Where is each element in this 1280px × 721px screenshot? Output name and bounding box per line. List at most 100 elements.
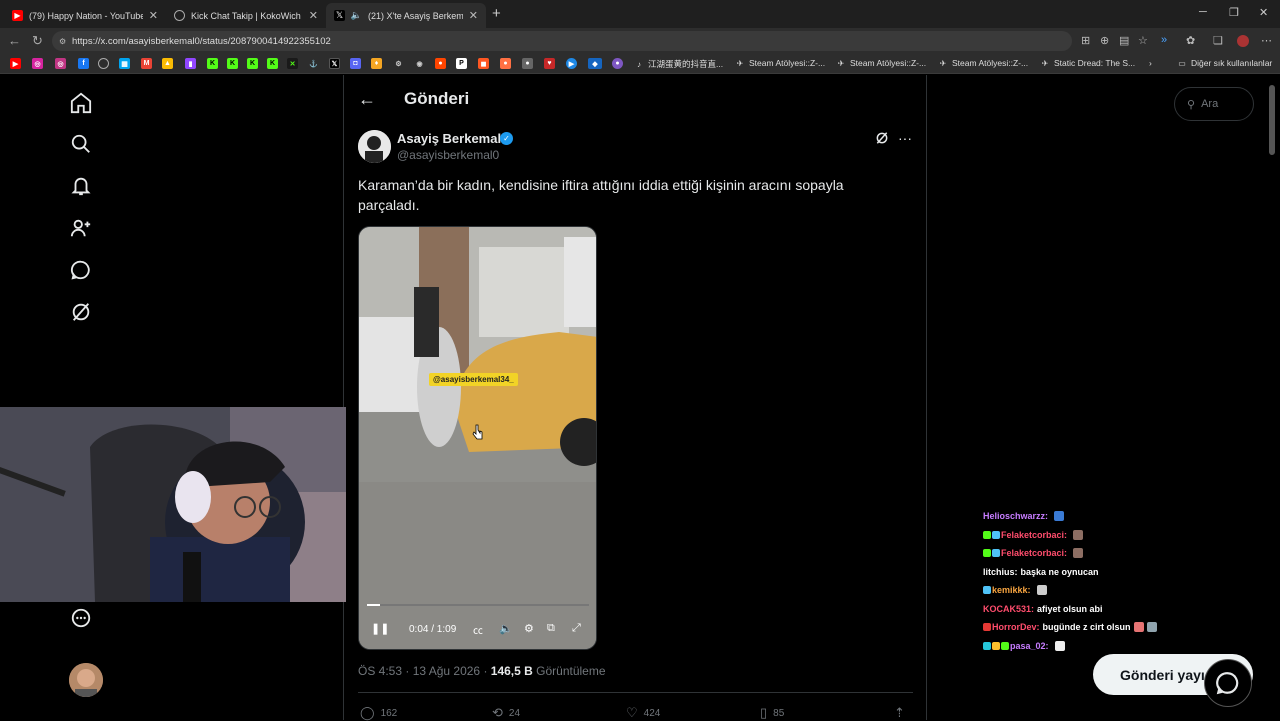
bookmark-steam-1[interactable]: ✈ Steam Atölyesi::Z-... xyxy=(735,58,825,68)
chat-bubble-icon[interactable] xyxy=(70,259,92,281)
page-icon[interactable]: P xyxy=(456,58,467,69)
message-bubble-icon xyxy=(1216,672,1239,695)
drive-icon[interactable]: ▲ xyxy=(162,58,173,69)
minimize-icon[interactable]: ─ xyxy=(1199,6,1207,18)
browser-tab-youtube[interactable]: ▶ (79) Happy Nation - YouTube ✕ xyxy=(4,3,166,28)
extensions-puzzle-icon[interactable]: ✿ xyxy=(1186,34,1195,47)
kick-icon[interactable]: K xyxy=(227,58,238,69)
volume-icon[interactable]: 🔈 xyxy=(499,622,513,635)
menu-dots-icon[interactable]: ⋯ xyxy=(1261,34,1272,47)
like-button[interactable]: ♡ 424 xyxy=(626,705,660,721)
grok-icon[interactable] xyxy=(875,131,889,145)
zoom-icon[interactable]: ⊕ xyxy=(1100,34,1109,47)
fullscreen-icon[interactable]: ⤢ xyxy=(572,622,581,635)
steam-icon: ✈ xyxy=(1041,58,1049,68)
more-options-icon[interactable] xyxy=(70,607,92,629)
captions-icon[interactable]: ㏄ xyxy=(473,622,483,637)
account-avatar[interactable] xyxy=(69,663,103,697)
browser-tab-x-post[interactable]: 𝕏 🔈 (21) X'te Asayiş Berkemal: "Ka ✕ xyxy=(326,3,486,28)
pause-icon[interactable]: ❚❚ xyxy=(371,622,389,635)
other-bookmarks[interactable]: ▭ Diğer sık kullanılanlar xyxy=(1177,58,1272,68)
chat-username[interactable]: Helioschwarzz: xyxy=(983,511,1048,521)
discord-icon[interactable]: ◘ xyxy=(350,58,361,69)
collections-icon[interactable]: ❏ xyxy=(1213,34,1223,47)
follow-add-user-icon[interactable] xyxy=(70,217,92,239)
kick-icon[interactable]: K xyxy=(267,58,278,69)
kick-icon[interactable]: K xyxy=(247,58,258,69)
bookmark-static-dread[interactable]: ✈ Static Dread: The S... xyxy=(1040,58,1135,68)
url-field[interactable]: ⚙ https://x.com/asayisberkemal0/status/2… xyxy=(52,31,1072,51)
author-avatar[interactable] xyxy=(358,130,391,163)
chat-username[interactable]: Felaketcorbaci: xyxy=(1001,530,1067,540)
favorite-star-icon[interactable]: ☆ xyxy=(1138,34,1148,47)
close-tab-icon[interactable]: ✕ xyxy=(469,9,478,22)
close-tab-icon[interactable]: ✕ xyxy=(309,9,318,22)
kick-icon[interactable]: K xyxy=(207,58,218,69)
scrollbar[interactable] xyxy=(1269,85,1275,155)
new-tab-button[interactable]: + xyxy=(492,5,501,22)
chat-username[interactable]: KOCAK531: xyxy=(983,604,1034,614)
app-icon[interactable]: ◆ xyxy=(588,58,602,69)
share-button[interactable]: ⇡ xyxy=(894,705,911,721)
grok-icon[interactable] xyxy=(70,301,92,323)
author-name[interactable]: Asayiş Berkemal xyxy=(397,131,501,146)
explore-search-icon[interactable] xyxy=(70,133,92,155)
facebook-icon[interactable]: f xyxy=(78,58,89,69)
windows-icon[interactable]: ▦ xyxy=(119,58,130,69)
twitch-icon[interactable]: ▮ xyxy=(185,58,196,69)
video-progress-bar[interactable] xyxy=(367,604,589,606)
app-icon[interactable]: ◼ xyxy=(478,58,489,69)
bookmark-button[interactable]: ▯ 85 xyxy=(760,705,784,721)
globe-icon[interactable] xyxy=(98,58,109,69)
close-tab-icon[interactable]: ✕ xyxy=(149,9,158,22)
apps-icon[interactable]: ⊞ xyxy=(1081,34,1090,47)
extension-icon[interactable]: » xyxy=(1161,34,1167,46)
author-handle[interactable]: @asayisberkemal0 xyxy=(397,148,499,162)
site-info-icon[interactable]: ⚙ xyxy=(59,37,66,46)
chat-username[interactable]: pasa_02: xyxy=(1010,641,1049,651)
back-icon[interactable]: ← xyxy=(8,33,21,48)
gmail-icon[interactable]: M xyxy=(141,58,152,69)
play-icon[interactable]: ▶ xyxy=(566,58,577,69)
picture-in-picture-icon[interactable]: ⧉ xyxy=(547,622,555,635)
restore-icon[interactable]: ❐ xyxy=(1229,6,1239,19)
instagram-icon[interactable]: ◎ xyxy=(32,58,43,69)
tweet-date[interactable]: 13 Ağu 2026 xyxy=(413,664,480,678)
reply-button[interactable]: ◯ 162 xyxy=(360,705,397,721)
browser-tab-kick-chat[interactable]: Kick Chat Takip | KokoWich ✕ xyxy=(166,3,326,28)
back-arrow-icon[interactable]: ← xyxy=(358,89,376,110)
home-icon[interactable] xyxy=(70,92,92,114)
messages-button[interactable] xyxy=(1204,659,1252,707)
chat-username[interactable]: Felaketcorbaci: xyxy=(1001,548,1067,558)
kick-icon[interactable]: ✕ xyxy=(287,58,298,69)
youtube-icon[interactable]: ▶ xyxy=(10,58,21,69)
notifications-bell-icon[interactable] xyxy=(70,175,92,197)
game-icon[interactable]: ♦ xyxy=(371,58,382,69)
x-logo-icon[interactable]: 𝕏 xyxy=(329,58,340,69)
chat-username[interactable]: kemikkk: xyxy=(992,585,1031,595)
anchor-icon[interactable]: ⚓ xyxy=(308,58,319,69)
reddit-icon[interactable]: ● xyxy=(435,58,446,69)
app-icon[interactable]: ⚙ xyxy=(393,58,404,69)
reload-icon[interactable]: ↻ xyxy=(32,33,43,49)
repost-button[interactable]: ⟲ 24 xyxy=(492,705,520,721)
bookmark-steam-3[interactable]: ✈ Steam Atölyesi::Z-... xyxy=(938,58,1028,68)
settings-gear-icon[interactable]: ⚙ xyxy=(524,622,534,635)
bookmark-steam-2[interactable]: ✈ Steam Atölyesi::Z-... xyxy=(836,58,926,68)
chat-username[interactable]: litchius: xyxy=(983,567,1018,577)
close-window-icon[interactable]: ✕ xyxy=(1259,6,1268,19)
reader-icon[interactable]: ▤ xyxy=(1119,34,1129,47)
chat-username[interactable]: HorrorDev: xyxy=(992,622,1040,632)
app-icon[interactable]: ♥ xyxy=(544,58,555,69)
instagram-icon[interactable]: ◎ xyxy=(55,58,66,69)
chevron-right-icon[interactable]: › xyxy=(1149,58,1152,68)
app-icon[interactable]: ● xyxy=(522,58,533,69)
profile-icon[interactable] xyxy=(1237,35,1249,47)
app-icon[interactable]: ● xyxy=(612,58,623,69)
tweet-time[interactable]: ÖS 4:53 xyxy=(358,664,402,678)
search-box[interactable]: ⚲ Ara xyxy=(1174,87,1254,121)
more-dots-icon[interactable]: ··· xyxy=(898,130,912,146)
app-icon[interactable]: ◉ xyxy=(414,58,425,69)
bookmark-tiktok[interactable]: ♪ 江湖蛋黄的抖音直... xyxy=(634,58,723,70)
app-icon[interactable]: ● xyxy=(500,58,511,69)
